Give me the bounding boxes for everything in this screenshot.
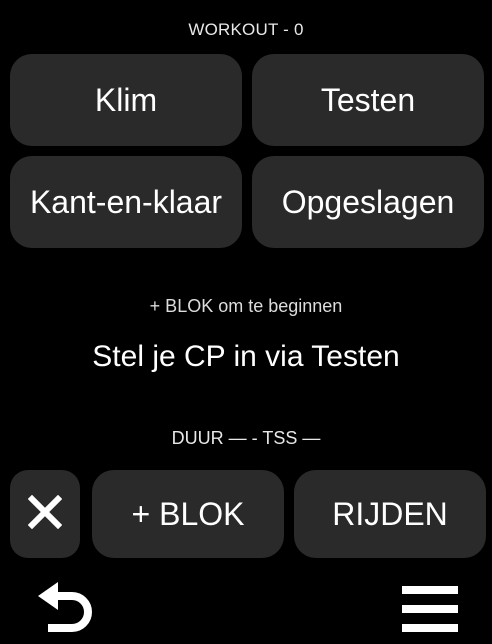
ride-button[interactable]: RIJDEN [294, 470, 486, 558]
ready-made-button[interactable]: Kant-en-klaar [10, 156, 242, 248]
test-button[interactable]: Testen [252, 54, 484, 146]
close-icon [27, 494, 63, 534]
cp-message: Stel je CP in via Testen [92, 340, 400, 373]
start-hint: + BLOK om te beginnen [149, 296, 343, 316]
climb-button[interactable]: Klim [10, 54, 242, 146]
saved-button[interactable]: Opgeslagen [252, 156, 484, 248]
duration-tss-stats: DUUR — - TSS — [171, 428, 321, 448]
menu-icon[interactable] [398, 580, 462, 638]
close-button[interactable] [10, 470, 80, 558]
back-arrow-icon[interactable] [30, 578, 102, 638]
add-block-button[interactable]: + BLOK [92, 470, 284, 558]
workout-title: WORKOUT - 0 [188, 20, 304, 39]
